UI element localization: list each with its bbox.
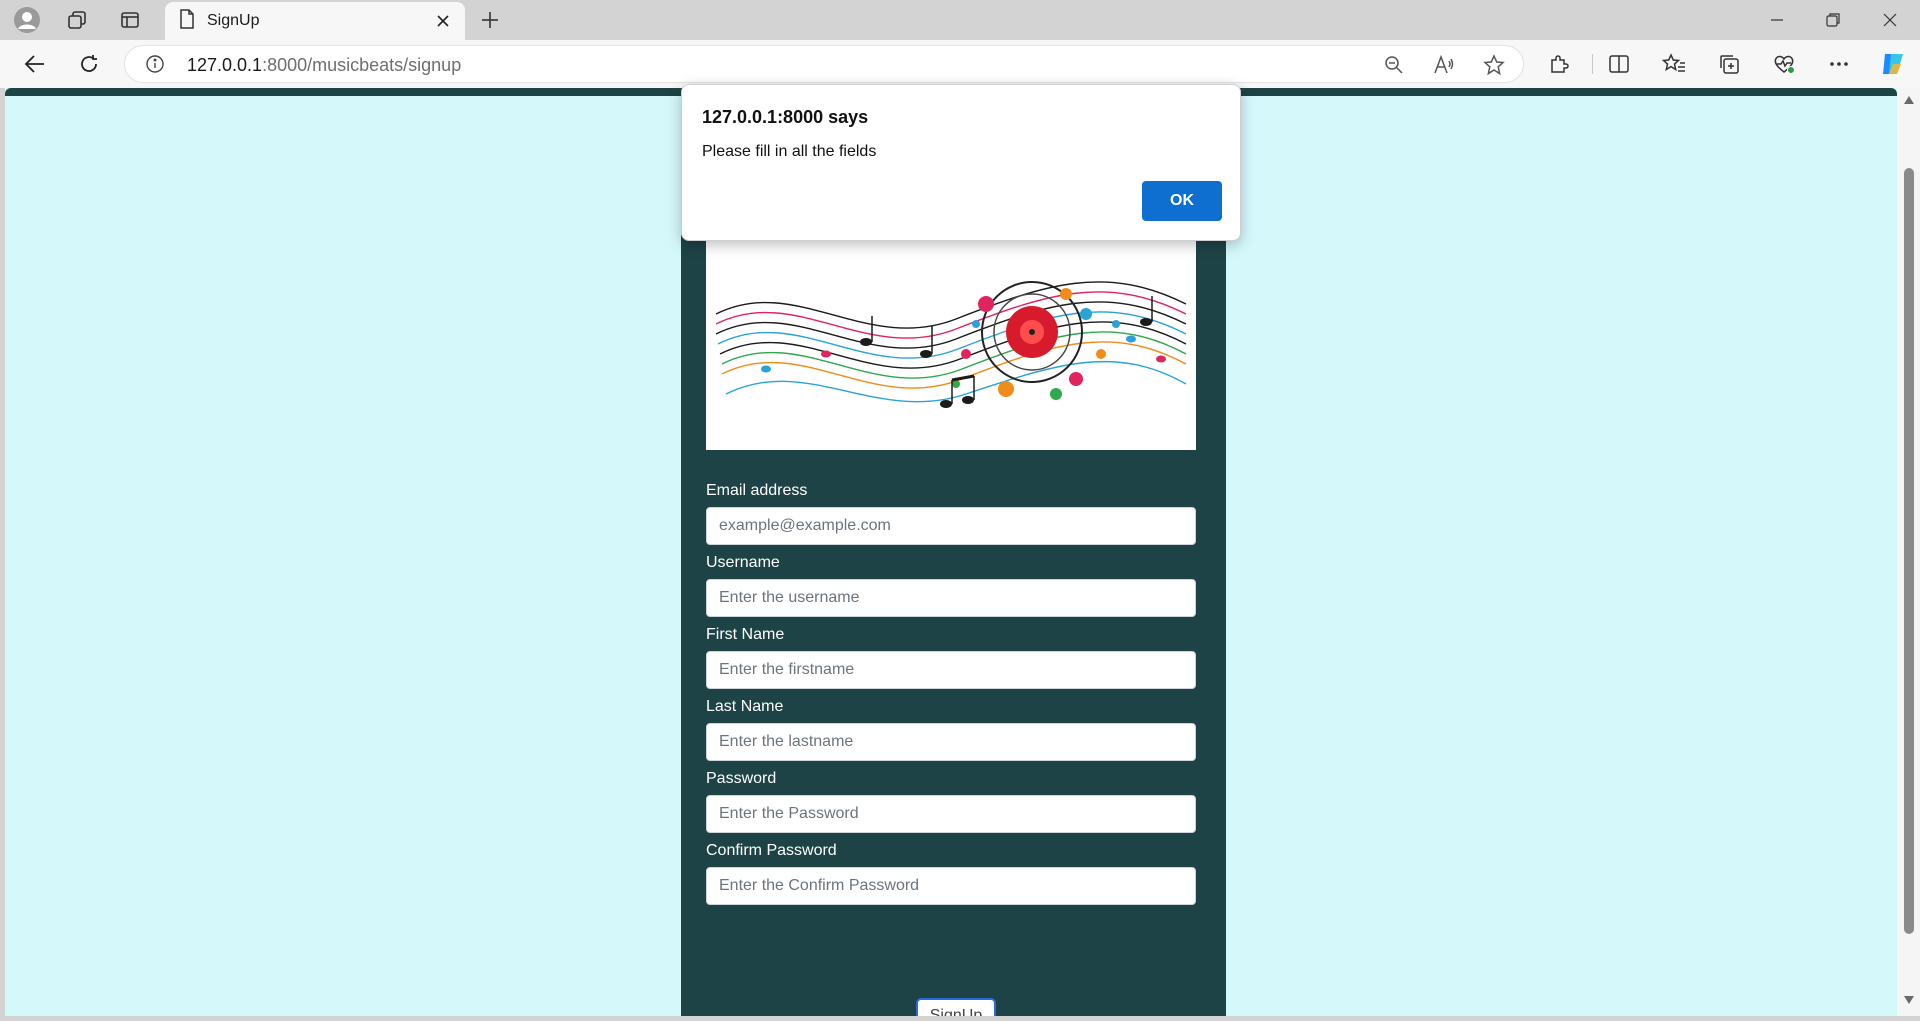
extensions-icon[interactable]	[1540, 46, 1578, 82]
address-bar[interactable]: 127.0.0.1:8000/musicbeats/signup	[124, 45, 1524, 83]
refresh-icon[interactable]	[70, 46, 108, 82]
toolbar-divider	[1592, 54, 1593, 74]
zoom-out-icon[interactable]	[1381, 52, 1407, 78]
url-host: 127.0.0.1	[187, 55, 263, 75]
firstname-field[interactable]	[706, 651, 1196, 689]
tab-strip: SignUp	[0, 0, 1920, 40]
confirm-password-label: Confirm Password	[706, 842, 837, 859]
site-info-icon[interactable]	[145, 54, 165, 79]
collections-icon[interactable]	[1710, 46, 1748, 82]
restore-icon[interactable]	[1805, 0, 1861, 40]
new-tab-icon[interactable]	[472, 4, 508, 36]
profile-icon[interactable]	[7, 4, 47, 36]
url-path: :8000/musicbeats/signup	[262, 55, 462, 75]
tab-title: SignUp	[207, 12, 260, 29]
firstname-label: First Name	[706, 626, 785, 643]
signup-form: Email address Username First Name Last N…	[706, 481, 1196, 905]
split-screen-icon[interactable]	[1600, 46, 1638, 82]
browser-toolbar: 127.0.0.1:8000/musicbeats/signup	[0, 40, 1920, 88]
dialog-title: 127.0.0.1:8000 says	[702, 107, 869, 127]
lastname-field[interactable]	[706, 723, 1196, 761]
favorites-icon[interactable]	[1655, 46, 1693, 82]
signup-button[interactable]: SignUp	[916, 998, 996, 1016]
more-options-icon[interactable]	[1820, 46, 1858, 82]
vertical-tabs-icon[interactable]	[110, 4, 150, 36]
lastname-label: Last Name	[706, 698, 784, 715]
close-window-icon[interactable]	[1862, 0, 1918, 40]
username-field[interactable]	[706, 579, 1196, 617]
email-label: Email address	[706, 482, 808, 499]
close-tab-icon[interactable]	[431, 9, 455, 33]
favorite-star-icon[interactable]	[1481, 52, 1507, 78]
ok-button[interactable]: OK	[1142, 181, 1222, 221]
scrollbar-thumb[interactable]	[1904, 168, 1914, 934]
copilot-icon[interactable]	[1874, 46, 1912, 82]
dialog-message: Please fill in all the fields	[702, 143, 877, 160]
workspaces-icon[interactable]	[57, 4, 97, 36]
read-aloud-icon[interactable]	[1431, 52, 1457, 78]
browser-essentials-icon[interactable]	[1765, 46, 1803, 82]
alert-dialog: 127.0.0.1:8000 says Please fill in all t…	[681, 84, 1241, 241]
password-field[interactable]	[706, 795, 1196, 833]
url-text[interactable]: 127.0.0.1:8000/musicbeats/signup	[187, 55, 461, 76]
password-label: Password	[706, 770, 777, 787]
username-label: Username	[706, 554, 780, 571]
page-icon	[179, 8, 195, 34]
scroll-down-icon[interactable]	[1903, 994, 1915, 1006]
back-icon[interactable]	[16, 46, 54, 82]
confirm-password-field[interactable]	[706, 867, 1196, 905]
minimize-icon[interactable]	[1749, 0, 1805, 40]
tab-signup[interactable]: SignUp	[165, 2, 465, 40]
page-scrollbar[interactable]	[1897, 88, 1920, 1016]
email-field[interactable]	[706, 507, 1196, 545]
scroll-up-icon[interactable]	[1903, 94, 1915, 106]
